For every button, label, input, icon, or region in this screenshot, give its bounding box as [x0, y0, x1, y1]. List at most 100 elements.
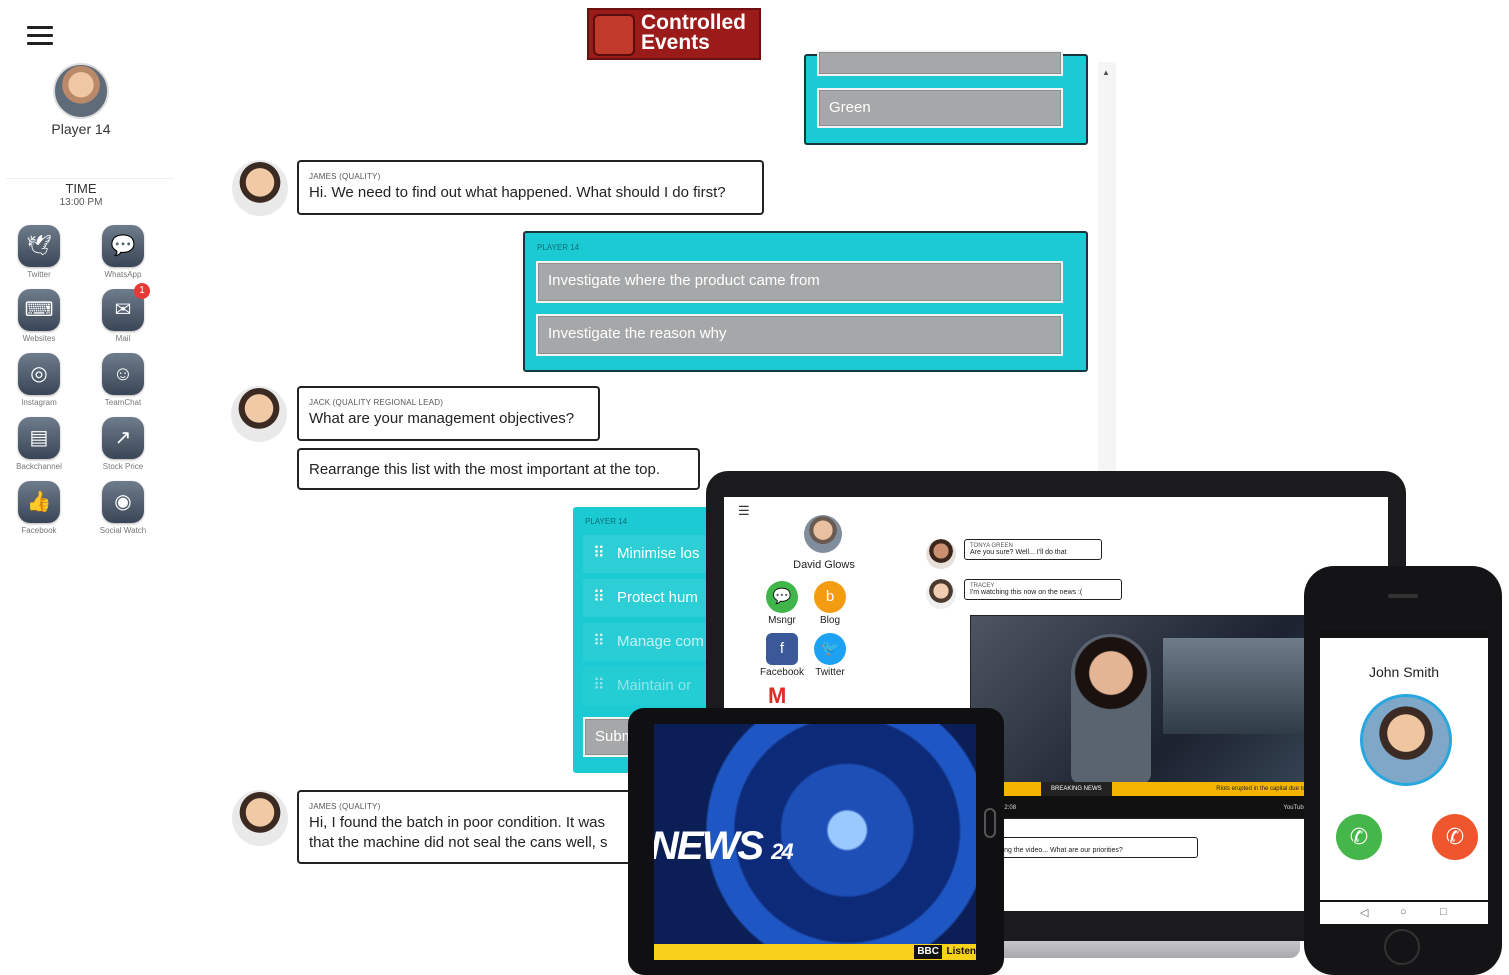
reply-options-panel: PLAYER 14 Investigate where the product …: [523, 231, 1088, 372]
sidebar-app-whatsapp[interactable]: 💬 WhatsApp: [88, 225, 158, 279]
social-watch-icon: ◉: [102, 481, 144, 523]
phone-screen: John Smith ✆ ✆: [1320, 630, 1488, 900]
option-green[interactable]: Green: [817, 88, 1063, 128]
sidebar-app-instagram[interactable]: ◎ Instagram: [4, 353, 74, 407]
message-sender: JACK (QUALITY REGIONAL LEAD): [309, 398, 444, 407]
phone-speaker: [1388, 594, 1418, 598]
phone-status-bar: [1320, 630, 1488, 638]
phone-home-button[interactable]: [1384, 929, 1420, 965]
drag-handle-icon[interactable]: ⠿: [593, 535, 605, 573]
messenger-icon: 💬: [766, 581, 798, 613]
sidebar-app-facebook[interactable]: 👍 Facebook: [4, 481, 74, 535]
laptop-app-twitter[interactable]: 🐦 Twitter: [800, 633, 860, 678]
gmail-icon[interactable]: M: [768, 683, 786, 709]
video-controls[interactable]: 🔊 0:11 / 2:08 YouTube: [971, 796, 1313, 818]
chat-message: JAMES (QUALITY) Hi. We need to find out …: [297, 160, 764, 215]
previous-reply-panel: Green: [804, 50, 1088, 145]
laptop-app-blog[interactable]: b Blog: [800, 581, 860, 626]
backchannel-icon: ▤: [18, 417, 60, 459]
tonya-avatar: [926, 539, 956, 569]
time-value: 13:00 PM: [59, 197, 103, 208]
back-icon[interactable]: ◁: [1360, 906, 1368, 919]
laptop-menu-icon[interactable]: ☰: [738, 503, 750, 519]
laptop-user-avatar: [804, 515, 842, 553]
player-avatar: [53, 63, 109, 119]
reply-option-2[interactable]: Investigate the reason why: [536, 314, 1063, 356]
james-avatar: [232, 160, 288, 216]
twitter-icon: 🕊: [18, 225, 60, 267]
teamchat-icon: ☺: [102, 353, 144, 395]
sidebar-app-backchannel[interactable]: ▤ Backchannel: [4, 417, 74, 471]
sidebar-app-websites[interactable]: ⌨ Websites: [4, 289, 74, 343]
message-text: What are your management objectives?: [309, 410, 575, 427]
decline-call-button[interactable]: ✆: [1432, 814, 1478, 860]
scroll-up-icon[interactable]: ▲: [1102, 68, 1110, 77]
tablet-home-button[interactable]: [984, 808, 996, 838]
ranking-sender: PLAYER 14: [585, 517, 628, 526]
tablet-device: NEWS 24 BBC Listen: [628, 708, 1004, 975]
chat-message: Rearrange this list with the most import…: [297, 448, 700, 490]
stock-price-icon: ↗: [102, 417, 144, 459]
laptop-user-name: David Glows: [793, 559, 855, 571]
sidebar-app-twitter[interactable]: 🕊 Twitter: [4, 225, 74, 279]
message-text-line2: that the machine did not seal the cans w…: [309, 834, 608, 851]
message-sender: JAMES (QUALITY): [309, 802, 381, 811]
james-avatar: [232, 790, 288, 846]
player-name: Player 14: [51, 121, 111, 137]
jack-avatar: [231, 386, 287, 442]
sidebar-app-label: Instagram: [21, 398, 57, 407]
tracey-avatar: [926, 579, 956, 609]
home-icon[interactable]: ○: [1400, 906, 1407, 918]
laptop-chat-message: ITH r watching the video... What are our…: [974, 837, 1198, 858]
previous-option[interactable]: [817, 50, 1063, 76]
sidebar-app-label: Mail: [115, 334, 131, 343]
tablet-ticker: BBC Listen: [654, 944, 976, 960]
chat-message: JACK (QUALITY REGIONAL LEAD) What are yo…: [297, 386, 600, 441]
caller-avatar: [1360, 694, 1452, 786]
phone-device: John Smith ✆ ✆ ◁ ○ □: [1304, 566, 1502, 975]
sidebar-app-label: Stock Price: [102, 462, 144, 471]
whatsapp-icon: 💬: [102, 225, 144, 267]
chat-scrollbar[interactable]: [1098, 62, 1116, 472]
twitter-bird-icon: 🐦: [814, 633, 846, 665]
sidebar-app-mail[interactable]: ✉ 1 Mail: [88, 283, 158, 343]
sidebar-app-stock-price[interactable]: ↗ Stock Price: [88, 417, 158, 471]
reply-sender: PLAYER 14: [537, 243, 580, 252]
message-sender: JAMES (QUALITY): [309, 172, 381, 181]
laptop-chat-message: TONYA GREEN Are you sure? Well... I'll d…: [964, 539, 1102, 560]
sidebar-app-label: Twitter: [27, 270, 51, 279]
facebook-icon: f: [766, 633, 798, 665]
message-text: Rearrange this list with the most import…: [309, 461, 660, 478]
sidebar-app-teamchat[interactable]: ☺ TeamChat: [88, 353, 158, 407]
sidebar-app-label: Social Watch: [99, 526, 147, 535]
message-text: Hi. We need to find out what happened. W…: [309, 184, 726, 201]
sidebar-app-label: Facebook: [21, 526, 57, 535]
drag-handle-icon[interactable]: ⠿: [593, 579, 605, 617]
logo-mark-icon: [593, 14, 635, 56]
sidebar-divider: [6, 178, 174, 179]
ticker-text: Listen: [946, 946, 976, 957]
chat-message: JAMES (QUALITY) Hi, I found the batch in…: [297, 790, 647, 864]
blog-icon: b: [814, 581, 846, 613]
news-video-player[interactable]: BREAKING NEWS Riots erupted in the capit…: [970, 615, 1314, 819]
menu-icon[interactable]: [27, 26, 53, 46]
recents-icon[interactable]: □: [1440, 906, 1447, 918]
sidebar-app-social-watch[interactable]: ◉ Social Watch: [88, 481, 158, 535]
news-anchor: [1071, 634, 1151, 784]
sidebar-app-label: TeamChat: [104, 398, 142, 407]
brand-line2: Events: [641, 31, 710, 54]
drag-handle-icon[interactable]: ⠿: [593, 623, 605, 661]
phone-nav-bar: ◁ ○ □: [1320, 902, 1488, 924]
answer-call-button[interactable]: ✆: [1336, 814, 1382, 860]
caller-name: John Smith: [1368, 664, 1440, 680]
reply-option-1[interactable]: Investigate where the product came from: [536, 261, 1063, 303]
tablet-screen: NEWS 24 BBC Listen: [654, 724, 976, 960]
time-label: TIME: [65, 181, 97, 196]
notification-badge: 1: [134, 283, 150, 299]
drag-handle-icon[interactable]: ⠿: [593, 667, 605, 705]
brand-logo: Controlled Events: [587, 8, 761, 60]
news-headline: NEWS 24: [654, 824, 794, 868]
bbc-logo: BBC: [914, 945, 942, 959]
websites-icon: ⌨: [18, 289, 60, 331]
message-text-line1: Hi, I found the batch in poor condition.…: [309, 814, 606, 831]
